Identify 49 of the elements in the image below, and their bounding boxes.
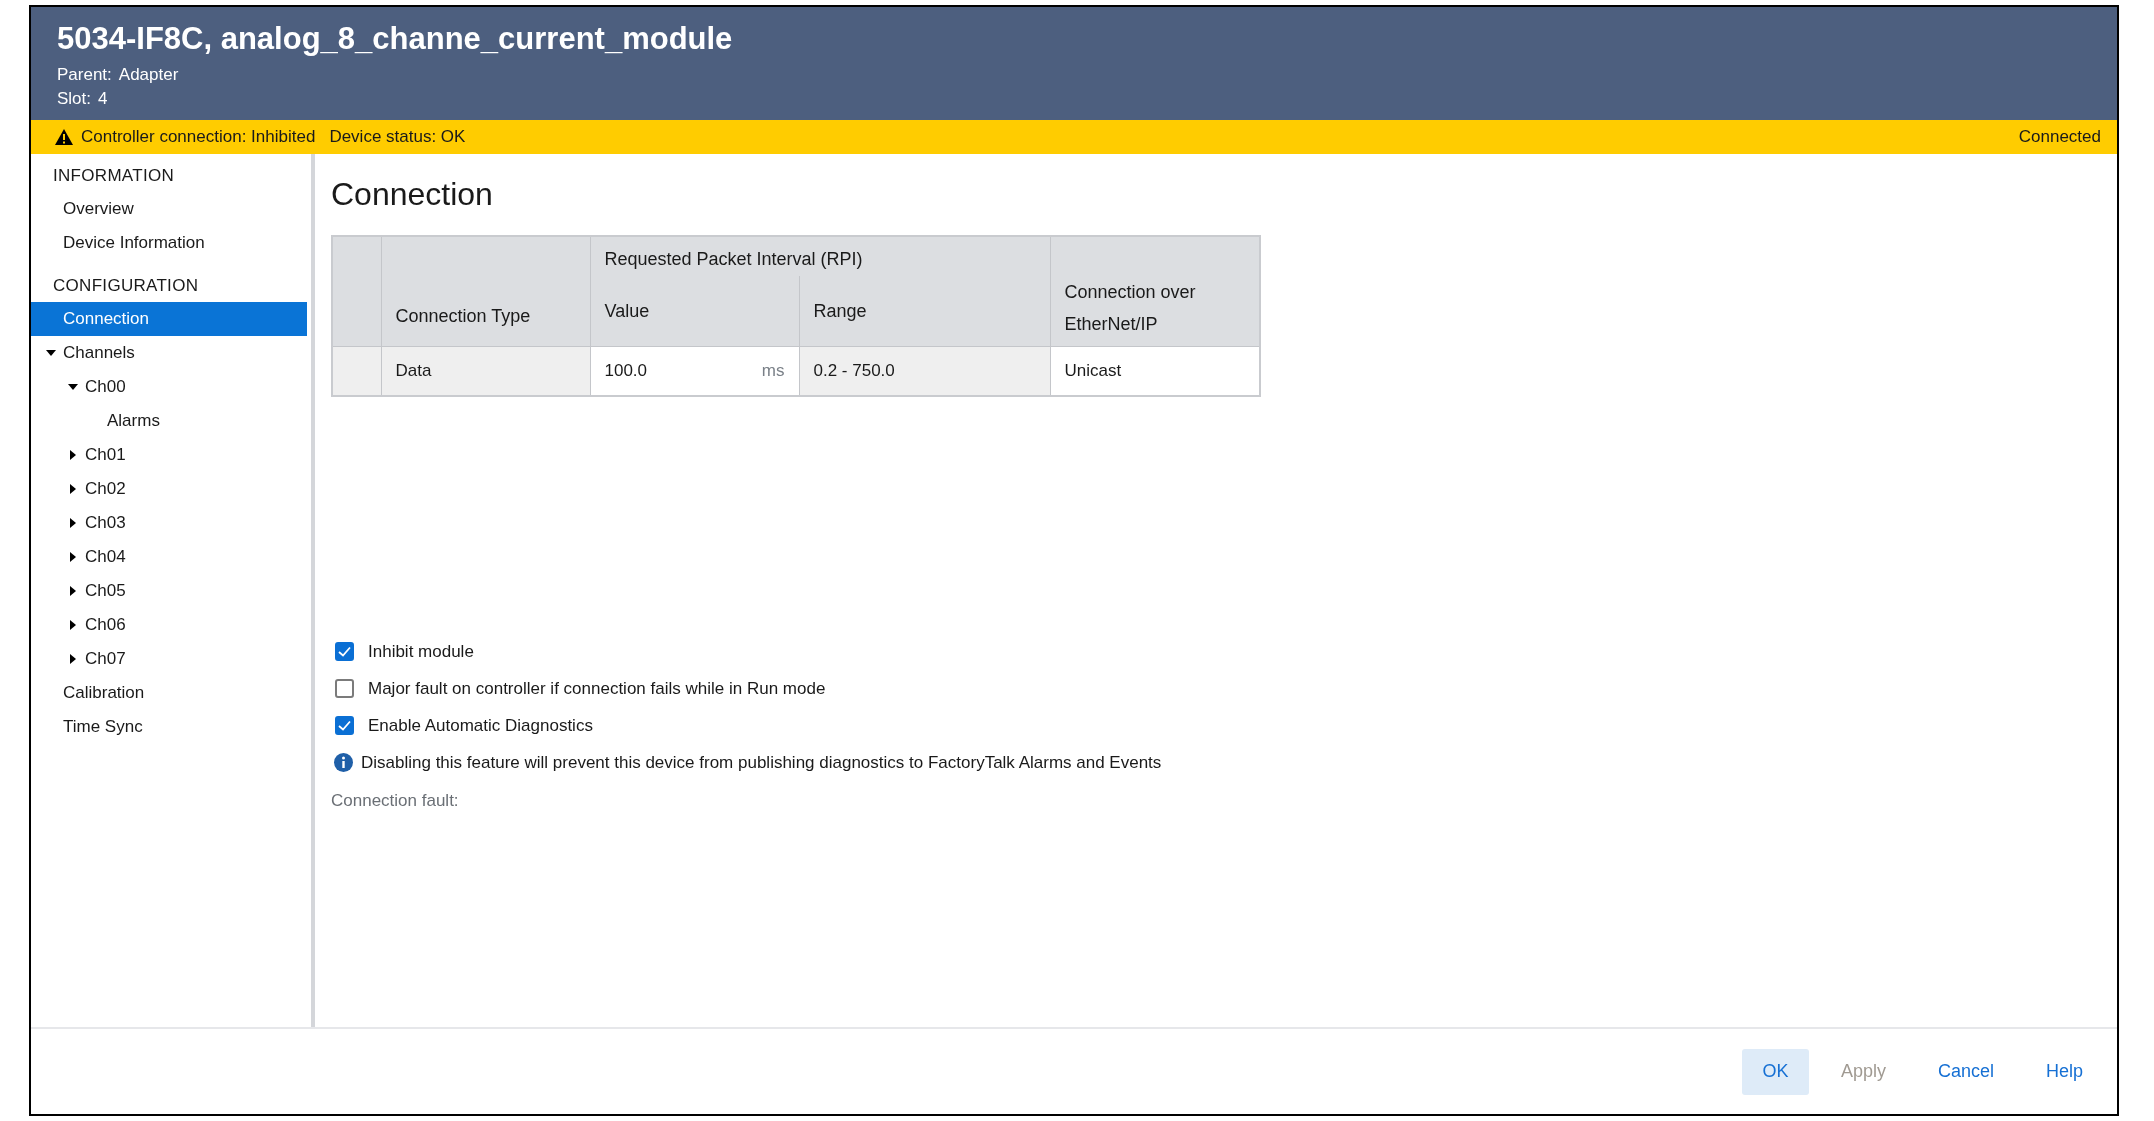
table-header-cell: Requested Packet Interval (RPI) <box>590 236 1050 276</box>
tree-item[interactable]: Device Information <box>31 226 307 260</box>
tree-item[interactable]: Ch06 <box>31 608 307 642</box>
device-status: Device status: OK <box>329 127 466 147</box>
table-cell: 0.2 - 750.0 <box>799 346 1050 396</box>
tree-item[interactable]: Ch02 <box>31 472 307 506</box>
tree-item[interactable]: Alarms <box>31 404 307 438</box>
checkbox-label: Inhibit module <box>368 641 474 662</box>
tree-item[interactable]: Time Sync <box>31 710 307 744</box>
table-header-cell: Connection over EtherNet/IP <box>1050 236 1260 346</box>
table-cell: Data <box>381 346 590 396</box>
table-header-cell: Range <box>799 276 1050 346</box>
dialog-button[interactable]: Help <box>2025 1048 2103 1095</box>
checkbox-label: Major fault on controller if connection fails while in Run mode <box>368 678 826 699</box>
checkbox[interactable] <box>335 679 354 698</box>
checkbox[interactable] <box>335 642 354 661</box>
tree-item[interactable]: Ch00 <box>31 370 307 404</box>
rpi-value-field[interactable]: 100.0 ms <box>590 346 799 396</box>
info-icon <box>334 753 353 772</box>
tree-item[interactable]: Ch07 <box>31 642 307 676</box>
section-heading: CONFIGURATION <box>52 275 200 297</box>
connection-fault-label: Connection fault: <box>331 790 460 811</box>
tree-item[interactable]: Ch01 <box>31 438 307 472</box>
tree-item[interactable]: Channels <box>31 336 307 370</box>
parent-label: Parent: <box>57 65 112 85</box>
warning-icon <box>55 129 73 145</box>
controller-connection-status: Controller connection: Inhibited <box>81 127 316 147</box>
tree-item[interactable]: Connection <box>31 302 307 336</box>
dialog-button[interactable]: OK <box>1741 1048 1809 1095</box>
tree-item[interactable]: Ch03 <box>31 506 307 540</box>
checkbox[interactable] <box>335 716 354 735</box>
dialog-button[interactable]: Cancel <box>1917 1048 2014 1095</box>
section-heading: INFORMATION <box>52 165 176 187</box>
table-header-cell: Value <box>590 276 799 346</box>
info-note: Disabling this feature will prevent this device from publishing diagnostics to FactoryTalk Alarms and Events <box>361 752 1162 773</box>
tree-item[interactable]: Ch04 <box>31 540 307 574</box>
table-header-cell: Connection Type <box>381 236 590 346</box>
slot-value: 4 <box>98 89 108 109</box>
checkbox-label: Enable Automatic Diagnostics <box>368 715 593 736</box>
module-title: 5034-IF8C, analog_8_channe_current_module <box>57 21 734 57</box>
tree-item[interactable]: Ch05 <box>31 574 307 608</box>
page-title: Connection <box>331 176 494 213</box>
tree-item[interactable]: Overview <box>31 192 307 226</box>
parent-value: Adapter <box>118 65 179 85</box>
tree-item[interactable]: Calibration <box>31 676 307 710</box>
online-status: Connected <box>2018 127 2101 147</box>
unit-label: ms <box>761 360 785 381</box>
table-cell: Unicast <box>1050 346 1260 396</box>
slot-label: Slot: <box>57 89 92 109</box>
